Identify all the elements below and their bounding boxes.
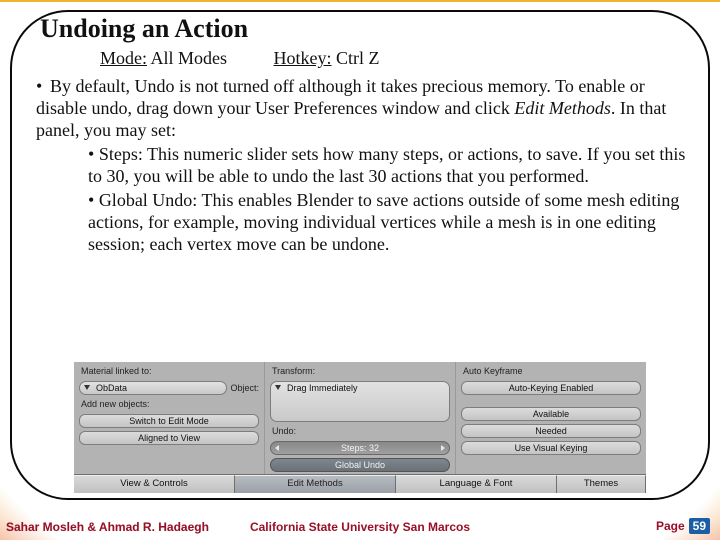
menu-value: Drag Immediately	[287, 383, 358, 393]
available-button[interactable]: Available	[461, 407, 641, 421]
blender-preferences-panel: Material linked to: ObData Object: Add n…	[74, 362, 646, 492]
decrement-arrow-icon[interactable]	[275, 445, 279, 451]
material-linked-menu[interactable]: ObData	[79, 381, 227, 395]
sub-bullet-list: • Steps: This numeric slider sets how ma…	[88, 144, 686, 256]
undo-steps-slider[interactable]: Steps: 32	[270, 441, 450, 455]
mode-hotkey-line: Mode: All Modes Hotkey: Ctrl Z	[100, 48, 380, 69]
bullet-glyph: •	[36, 76, 50, 98]
tab-view-controls[interactable]: View & Controls	[74, 475, 235, 493]
sub-bullet: • Steps: This numeric slider sets how ma…	[88, 144, 686, 188]
aligned-to-view-button[interactable]: Aligned to View	[79, 431, 259, 445]
tab-language-font[interactable]: Language & Font	[396, 475, 557, 493]
tab-edit-methods[interactable]: Edit Methods	[235, 475, 396, 493]
pref-col-material: Material linked to: ObData Object: Add n…	[74, 362, 265, 474]
page-label: Page	[656, 519, 685, 533]
increment-arrow-icon[interactable]	[441, 445, 445, 451]
section-label: Material linked to:	[79, 365, 259, 378]
sub-bullet-text: Global Undo: This enables Blender to sav…	[88, 190, 679, 254]
global-undo-toggle[interactable]: Global Undo	[270, 458, 450, 472]
body-text: •By default, Undo is not turned off alth…	[36, 76, 686, 258]
mode-value: All Modes	[151, 48, 228, 68]
page-number: 59	[689, 518, 710, 534]
menu-value: ObData	[96, 383, 127, 393]
section-label: Transform:	[270, 365, 450, 378]
body-italic: Edit Methods	[514, 98, 611, 118]
pref-tab-strip: View & Controls Edit Methods Language & …	[74, 474, 646, 492]
sub-bullet-text: Steps: This numeric slider sets how many…	[88, 144, 685, 186]
spacer	[461, 398, 641, 404]
pref-col-autokey: Auto Keyframe Auto-Keying Enabled Availa…	[456, 362, 646, 474]
steps-value: 32	[369, 443, 379, 453]
footer-institution: California State University San Marcos	[0, 520, 720, 534]
object-label: Object:	[230, 383, 259, 393]
sub-bullet: • Global Undo: This enables Blender to s…	[88, 190, 686, 256]
auto-keying-enabled-button[interactable]: Auto-Keying Enabled	[461, 381, 641, 395]
menu-arrow-icon	[84, 385, 90, 390]
hotkey-label: Hotkey:	[274, 48, 332, 68]
menu-arrow-icon	[275, 385, 281, 390]
slide-title: Undoing an Action	[40, 14, 248, 44]
use-visual-keying-button[interactable]: Use Visual Keying	[461, 441, 641, 455]
footer-page: Page 59	[656, 518, 710, 534]
slide: Undoing an Action Mode: All Modes Hotkey…	[0, 0, 720, 540]
section-label: Auto Keyframe	[461, 365, 641, 378]
hotkey-value: Ctrl Z	[336, 48, 380, 68]
steps-label: Steps:	[341, 443, 367, 453]
section-label: Undo:	[270, 425, 450, 438]
tab-themes[interactable]: Themes	[557, 475, 646, 493]
mode-label: Mode:	[100, 48, 147, 68]
needed-button[interactable]: Needed	[461, 424, 641, 438]
pref-col-transform-undo: Transform: Drag Immediately Undo: Steps:…	[265, 362, 456, 474]
section-label: Add new objects:	[79, 398, 259, 411]
transform-menu[interactable]: Drag Immediately	[270, 381, 450, 422]
switch-edit-mode-button[interactable]: Switch to Edit Mode	[79, 414, 259, 428]
